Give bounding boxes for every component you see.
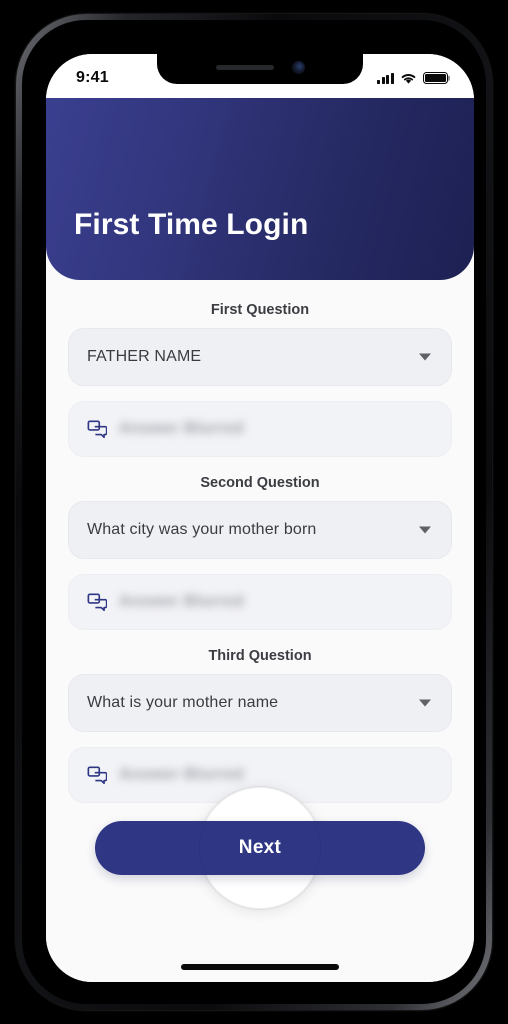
answer-input-2[interactable]: Answer Blurred [68, 574, 452, 630]
answer-value-3: Answer Blurred [119, 766, 244, 783]
question-select-value-3: What is your mother name [87, 694, 279, 711]
status-bar-time: 9:41 [76, 69, 109, 86]
app-header: First Time Login [46, 98, 474, 280]
answer-input-1[interactable]: Answer Blurred [68, 401, 452, 457]
screenshot-stage: 9:41 First Time Login First Question FAT… [0, 0, 508, 1024]
next-button-area: Next [68, 787, 452, 909]
chat-bubbles-icon [87, 592, 107, 612]
question-select-2[interactable]: What city was your mother born [68, 501, 452, 559]
chat-bubbles-icon [87, 419, 107, 439]
question-select-value-1: FATHER NAME [87, 348, 202, 365]
chevron-down-icon [419, 699, 431, 707]
question-label-1: First Question [210, 302, 310, 318]
question-select-value-2: What city was your mother born [87, 521, 317, 538]
answer-value-1: Answer Blurred [119, 420, 244, 437]
chat-bubbles-icon [87, 765, 107, 785]
front-camera-icon [291, 60, 305, 74]
question-select-1[interactable]: FATHER NAME [68, 328, 452, 386]
next-button[interactable]: Next [95, 821, 425, 875]
chevron-down-icon [419, 353, 431, 361]
question-group-3: Third Question What is your mother name [68, 648, 452, 803]
chevron-down-icon [419, 526, 431, 534]
home-indicator[interactable] [181, 964, 339, 970]
question-select-3[interactable]: What is your mother name [68, 674, 452, 732]
question-group-1: First Question FATHER NAME Answer Blurre… [68, 302, 452, 457]
battery-full-icon [423, 72, 451, 84]
phone-frame-inner: 9:41 First Time Login First Question FAT… [22, 20, 486, 1004]
status-bar-icons [377, 72, 451, 85]
answer-value-2: Answer Blurred [119, 593, 244, 610]
question-label-3: Third Question [208, 648, 312, 664]
cellular-signal-icon [377, 72, 394, 84]
page-title: First Time Login [74, 208, 309, 241]
wifi-icon [401, 73, 416, 84]
question-group-2: Second Question What city was your mothe… [68, 475, 452, 630]
phone-screen: 9:41 First Time Login First Question FAT… [46, 54, 474, 982]
phone-frame: 9:41 First Time Login First Question FAT… [16, 14, 492, 1010]
speaker-grille-icon [215, 64, 274, 70]
question-label-2: Second Question [200, 475, 320, 491]
phone-notch [157, 54, 363, 84]
first-time-login-form: First Question FATHER NAME Answer Blurre… [46, 280, 474, 982]
